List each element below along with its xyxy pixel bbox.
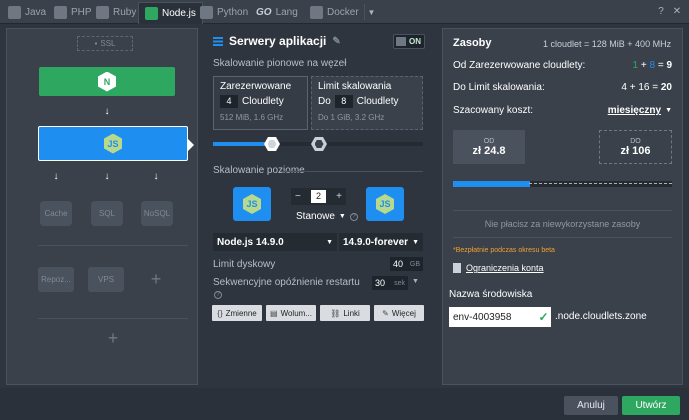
account-limits-link[interactable]: Ograniczenia konta [453, 263, 544, 273]
vertical-scaling-label: Skalowanie pionowe na węzeł [213, 58, 347, 69]
node-count-stepper[interactable]: − 2 + [291, 188, 346, 205]
cloudlet-formula: 1 cloudlet = 128 MiB + 400 MHz [543, 39, 672, 49]
tab-docker[interactable]: Docker [310, 3, 359, 22]
scaling-mode-dropdown[interactable]: Stanowe ▼ ? [296, 211, 358, 222]
java-icon [8, 6, 21, 19]
volume-icon: ▤ [270, 308, 278, 318]
ruby-icon [96, 6, 109, 19]
arrow-down-icon: ↓ [104, 106, 110, 117]
chevron-down-icon: ▼ [326, 238, 333, 246]
limit-slider-handle[interactable] [311, 137, 327, 151]
arrow-down-icon: ↓ [104, 171, 110, 182]
vps-node[interactable]: VPS [88, 267, 124, 292]
nodejs-icon [145, 7, 158, 20]
restart-delay-label: Sekwencyjne opóźnienie restartu [213, 277, 360, 288]
env-name-label: Nazwa środowiska [449, 289, 533, 300]
volumes-button[interactable]: ▤ Wolum... [266, 305, 316, 321]
env-name-input[interactable]: env-4003958 [449, 307, 550, 327]
restart-delay-input[interactable]: 30 sek [372, 276, 408, 290]
add-layer-button[interactable]: + [38, 318, 188, 358]
max-price-box: DO zł 106 [599, 130, 672, 164]
engine-select[interactable]: Node.js 14.9.0 ▼ [213, 233, 337, 251]
node-instance-icon: JS [233, 187, 271, 221]
lock-icon: ▪ [94, 39, 98, 48]
wrench-icon: ✎ [382, 308, 389, 318]
tabs-dropdown-button[interactable]: ▼ [364, 4, 378, 20]
db-nosql-node[interactable]: NoSQL [141, 201, 173, 226]
help-icon[interactable]: ? [349, 212, 358, 221]
min-price-box: OD zł 24.8 [453, 130, 525, 164]
storage-node[interactable]: Repoz... [38, 267, 74, 292]
arrow-down-icon: ↓ [153, 171, 159, 182]
add-node-button[interactable]: + [138, 267, 174, 292]
db-sql-node[interactable]: SQL [91, 201, 123, 226]
beta-note: *Bezpłatnie podczas okresu beta [453, 247, 555, 254]
resources-title: Zasoby [453, 37, 492, 49]
env-domain-suffix: .node.cloudlets.zone [555, 311, 647, 322]
scaling-limit-row: Do Limit skalowania: 4 + 16 = 20 [453, 82, 672, 93]
variables-button[interactable]: {} Zmienne [212, 305, 262, 321]
edit-icon[interactable]: ✎ [332, 36, 340, 47]
section-title: Serwery aplikacji ✎ [213, 34, 341, 48]
app-server-node[interactable]: JS [38, 126, 194, 161]
chevron-down-icon: ▼ [338, 213, 346, 220]
php-icon [54, 6, 67, 19]
cancel-button[interactable]: Anuluj [564, 396, 618, 415]
check-icon: ✓ [536, 307, 551, 327]
chevron-down-icon: ▼ [665, 107, 672, 114]
disk-limit-input[interactable]: 40 GB [390, 257, 423, 271]
db-cache-node[interactable]: Cache [40, 201, 72, 226]
cost-bar-range [529, 183, 672, 184]
js-icon: JS [376, 194, 394, 214]
balancer-node[interactable]: N [39, 67, 175, 96]
chevron-down-icon: ▼ [412, 238, 419, 246]
more-button[interactable]: ✎ Więcej [374, 305, 424, 321]
document-icon [453, 263, 461, 273]
plus-icon[interactable]: + [336, 191, 342, 202]
code-icon: {} [217, 308, 223, 318]
help-icon[interactable]: ? [654, 4, 668, 18]
scaling-limit-input[interactable]: 8 [334, 95, 353, 108]
node-instance-icon: JS [366, 187, 404, 221]
cost-bar-fill [453, 181, 530, 187]
help-icon[interactable]: ? [214, 291, 222, 299]
create-button[interactable]: Utwórz [622, 396, 680, 415]
disk-limit-label: Limit dyskowy [213, 259, 276, 270]
tab-ruby[interactable]: Ruby [96, 3, 136, 22]
reserved-cloudlets-box: Zarezerwowane 4 Cloudlety 512 MiB, 1.6 G… [213, 76, 308, 130]
reserved-cloudlets-input[interactable]: 4 [220, 95, 238, 108]
divider [38, 245, 188, 246]
arrow-down-icon: ↓ [53, 171, 59, 182]
unused-resources-notice: Nie płacisz za niewykorzystane zasoby [453, 210, 672, 238]
divider [280, 171, 423, 172]
reserved-cloudlets-row: Od Zarezerwowane cloudlety: 1 + 8 = 9 [453, 60, 672, 71]
js-icon: JS [243, 194, 261, 214]
link-icon: ⛓ [330, 308, 341, 318]
ssl-toggle[interactable]: ▪ SSL [77, 36, 133, 51]
close-icon[interactable]: ✕ [670, 4, 684, 18]
links-button[interactable]: ⛓ Linki [320, 305, 370, 321]
estimated-cost-row: Szacowany koszt: miesięczny ▼ [453, 105, 672, 116]
chevron-down-icon[interactable]: ▼ [412, 278, 419, 285]
python-icon [200, 6, 213, 19]
reserved-slider-handle[interactable] [264, 137, 280, 151]
tab-nodejs[interactable]: Node.js [138, 2, 203, 24]
js-icon: JS [104, 133, 122, 154]
layer-toggle[interactable]: ON [393, 34, 425, 49]
tab-java[interactable]: Java [8, 3, 46, 22]
go-icon: GO [256, 7, 272, 18]
tab-php[interactable]: PHP [54, 3, 92, 22]
minus-icon[interactable]: − [295, 191, 301, 202]
cost-period-dropdown[interactable]: miesięczny ▼ [608, 105, 672, 116]
version-select[interactable]: 14.9.0-forever ▼ [339, 233, 423, 251]
scaling-limit-box: Limit skalowania Do 8 Cloudlety Do 1 GiB… [311, 76, 423, 130]
tab-python[interactable]: Python [200, 3, 248, 22]
menu-icon [213, 36, 223, 46]
nginx-icon: N [98, 71, 116, 92]
tab-go[interactable]: GO Lang [256, 3, 298, 22]
docker-icon [310, 6, 323, 19]
